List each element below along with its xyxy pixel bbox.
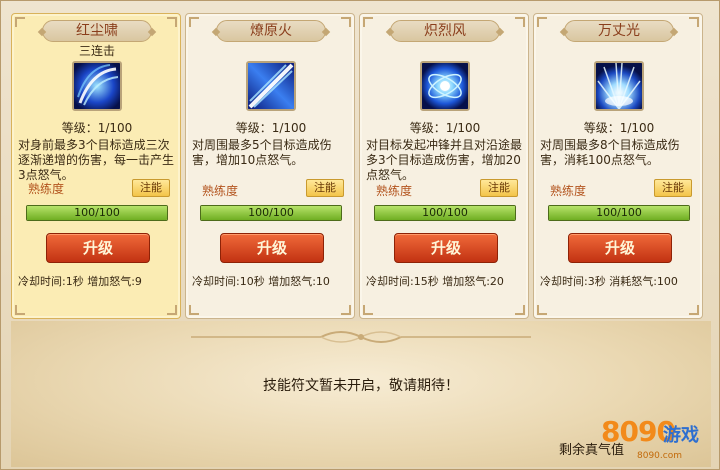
skill-stats: 冷却时间:15秒 增加怒气:20 bbox=[366, 275, 504, 288]
corner-ornament bbox=[189, 17, 199, 27]
divider-ornament bbox=[191, 331, 531, 343]
skill-name: 炽烈风 bbox=[390, 20, 500, 42]
upgrade-button[interactable]: 升级 bbox=[46, 233, 150, 263]
skill-stats: 冷却时间:3秒 消耗怒气:100 bbox=[540, 275, 678, 288]
skill-stats: 冷却时间:10秒 增加怒气:10 bbox=[192, 275, 330, 288]
skill-card-1[interactable]: 燎原火 等级：1/100 对周围最多5个目标造成伤害，增加10点怒气。 熟练度 … bbox=[185, 13, 355, 319]
burst-icon[interactable] bbox=[420, 61, 470, 111]
corner-ornament bbox=[363, 17, 373, 27]
corner-ornament bbox=[537, 305, 547, 315]
skill-name: 红尘啸 bbox=[42, 20, 152, 42]
skill-name: 燎原火 bbox=[216, 20, 326, 42]
corner-ornament bbox=[15, 17, 25, 27]
watermark-game: 游戏 bbox=[663, 425, 699, 446]
progress-text: 100/100 bbox=[422, 206, 468, 219]
corner-ornament bbox=[363, 305, 373, 315]
inject-button[interactable]: 注能 bbox=[654, 179, 692, 197]
skill-level: 等级：1/100 bbox=[61, 121, 133, 135]
light-pillar-icon[interactable] bbox=[594, 61, 644, 111]
mastery-progress-bar: 100/100 bbox=[200, 205, 342, 221]
skill-level: 等级：1/100 bbox=[409, 121, 481, 135]
skill-description: 对身前最多3个目标造成三次逐渐递增的伤害，每一击产生3点怒气。 bbox=[18, 138, 175, 182]
slash-icon[interactable] bbox=[246, 61, 296, 111]
skill-subtitle: 三连击 bbox=[78, 44, 115, 58]
inject-button[interactable]: 注能 bbox=[306, 179, 344, 197]
skill-card-list: 红尘啸 三连击 等级：1/100 对身前最多3个目标造成三次逐渐递增的伤害，每一… bbox=[11, 13, 711, 319]
corner-ornament bbox=[15, 305, 25, 315]
progress-text: 100/100 bbox=[596, 206, 642, 219]
mastery-label: 熟练度 bbox=[28, 182, 65, 196]
corner-ornament bbox=[341, 17, 351, 27]
corner-ornament bbox=[341, 305, 351, 315]
skill-name: 万丈光 bbox=[564, 20, 674, 42]
progress-text: 100/100 bbox=[248, 206, 294, 219]
skill-description: 对周围最多5个目标造成伤害，增加10点怒气。 bbox=[192, 138, 332, 167]
mastery-progress-bar: 100/100 bbox=[26, 205, 168, 221]
inject-button[interactable]: 注能 bbox=[480, 179, 518, 197]
upgrade-button[interactable]: 升级 bbox=[220, 233, 324, 263]
skill-card-3[interactable]: 万丈光 等级：1/100 对周围最多8个目标造成伤害，消耗100点怒气。 熟练度… bbox=[533, 13, 703, 319]
mastery-progress-bar: 100/100 bbox=[548, 205, 690, 221]
mastery-label: 熟练度 bbox=[376, 184, 413, 198]
corner-ornament bbox=[537, 17, 547, 27]
skill-window: 红尘啸 三连击 等级：1/100 对身前最多3个目标造成三次逐渐递增的伤害，每一… bbox=[0, 0, 720, 470]
upgrade-button[interactable]: 升级 bbox=[394, 233, 498, 263]
skill-description: 对周围最多8个目标造成伤害，消耗100点怒气。 bbox=[540, 138, 680, 167]
mastery-label: 熟练度 bbox=[202, 184, 239, 198]
skill-card-0[interactable]: 红尘啸 三连击 等级：1/100 对身前最多3个目标造成三次逐渐递增的伤害，每一… bbox=[11, 13, 181, 319]
watermark-url: 8090.com bbox=[637, 451, 682, 461]
triple-strike-icon[interactable] bbox=[72, 61, 122, 111]
skill-level: 等级：1/100 bbox=[235, 121, 307, 135]
mastery-progress-bar: 100/100 bbox=[374, 205, 516, 221]
skill-card-2[interactable]: 炽烈风 等级：1/100 对目标发起冲锋并且对沿途最多3个目标造成伤害，增加20… bbox=[359, 13, 529, 319]
corner-ornament bbox=[515, 305, 525, 315]
corner-ornament bbox=[689, 17, 699, 27]
corner-ornament bbox=[515, 17, 525, 27]
site-watermark: 8090 游戏 8090.com bbox=[601, 413, 711, 465]
corner-ornament bbox=[689, 305, 699, 315]
corner-ornament bbox=[167, 305, 177, 315]
upgrade-button[interactable]: 升级 bbox=[568, 233, 672, 263]
skill-level: 等级：1/100 bbox=[583, 121, 655, 135]
skill-description: 对目标发起冲锋并且对沿途最多3个目标造成伤害，增加20点怒气。 bbox=[366, 138, 523, 182]
mastery-label: 熟练度 bbox=[550, 184, 587, 198]
skill-stats: 冷却时间:1秒 增加怒气:9 bbox=[18, 275, 142, 288]
rune-locked-message: 技能符文暂未开启，敬请期待！ bbox=[263, 378, 459, 394]
inject-button[interactable]: 注能 bbox=[132, 179, 170, 197]
corner-ornament bbox=[167, 17, 177, 27]
progress-text: 100/100 bbox=[74, 206, 120, 219]
corner-ornament bbox=[189, 305, 199, 315]
